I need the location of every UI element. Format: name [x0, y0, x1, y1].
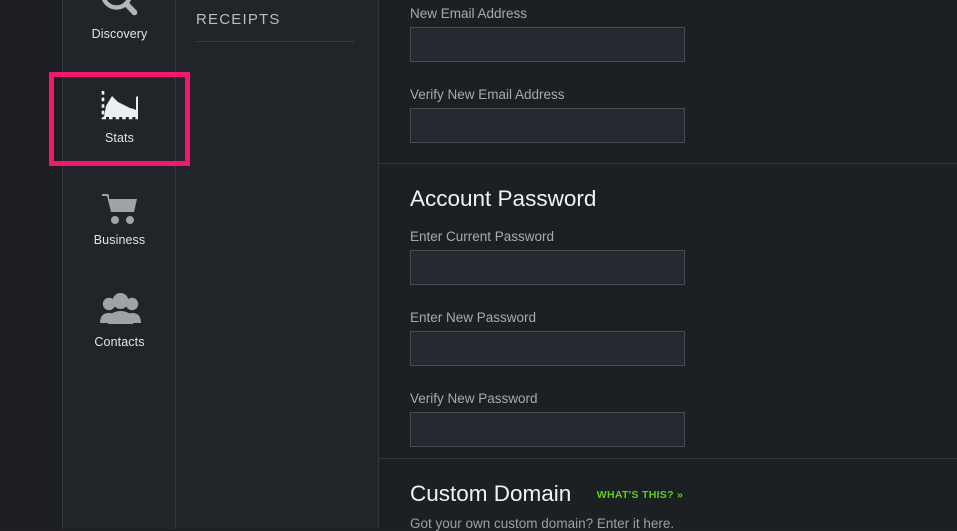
section-title: Account Password — [410, 186, 597, 211]
area-chart-icon — [63, 86, 176, 128]
sidebar-item-label: Discovery — [91, 27, 148, 41]
field-label: Enter New Password — [410, 310, 537, 325]
sidebar-item-business[interactable]: Business — [63, 188, 176, 247]
field-label: Enter Current Password — [410, 229, 555, 244]
field-label: Verify New Email Address — [410, 87, 565, 102]
left-gutter — [0, 0, 63, 529]
field-new-password: Enter New Password — [410, 310, 957, 366]
field-verify-new-email: Verify New Email Address — [410, 87, 957, 143]
section-account-password: Account Password Enter Current Password … — [379, 163, 957, 458]
field-verify-new-password: Verify New Password — [410, 391, 957, 447]
field-label: New Email Address — [410, 6, 528, 21]
settings-content: New Email Address Verify New Email Addre… — [379, 0, 957, 531]
sidebar-nav: Discovery Stats Business Contacts — [49, 0, 190, 529]
section-custom-domain: Custom Domain WHAT'S THIS? » Got your ow… — [379, 458, 957, 531]
section-email-address: New Email Address Verify New Email Addre… — [379, 0, 957, 163]
field-current-password: Enter Current Password — [410, 229, 957, 285]
people-group-icon — [63, 290, 176, 332]
magnifier-icon — [63, 0, 176, 24]
new-password-input[interactable] — [410, 331, 685, 366]
receipts-divider — [196, 41, 354, 42]
app-root: Discovery Stats Business Contacts RECEIP… — [0, 0, 957, 531]
new-email-input[interactable] — [410, 27, 685, 62]
sidebar-item-label: Business — [93, 233, 146, 247]
sidebar-item-discovery[interactable]: Discovery — [63, 0, 176, 41]
receipts-column: RECEIPTS — [176, 0, 379, 529]
sidebar-item-contacts[interactable]: Contacts — [63, 290, 176, 349]
field-label: Verify New Password — [410, 391, 538, 406]
sidebar-item-label: Contacts — [94, 335, 145, 349]
shopping-cart-icon — [63, 188, 176, 230]
section-title: Custom Domain — [410, 481, 572, 506]
verify-new-password-input[interactable] — [410, 412, 685, 447]
current-password-input[interactable] — [410, 250, 685, 285]
sidebar-item-label: Stats — [105, 131, 134, 145]
whats-this-link[interactable]: WHAT'S THIS? » — [597, 465, 683, 501]
field-new-email: New Email Address — [410, 0, 957, 62]
receipts-heading: RECEIPTS — [196, 11, 281, 28]
verify-new-email-input[interactable] — [410, 108, 685, 143]
sidebar-item-stats[interactable]: Stats — [63, 86, 176, 145]
